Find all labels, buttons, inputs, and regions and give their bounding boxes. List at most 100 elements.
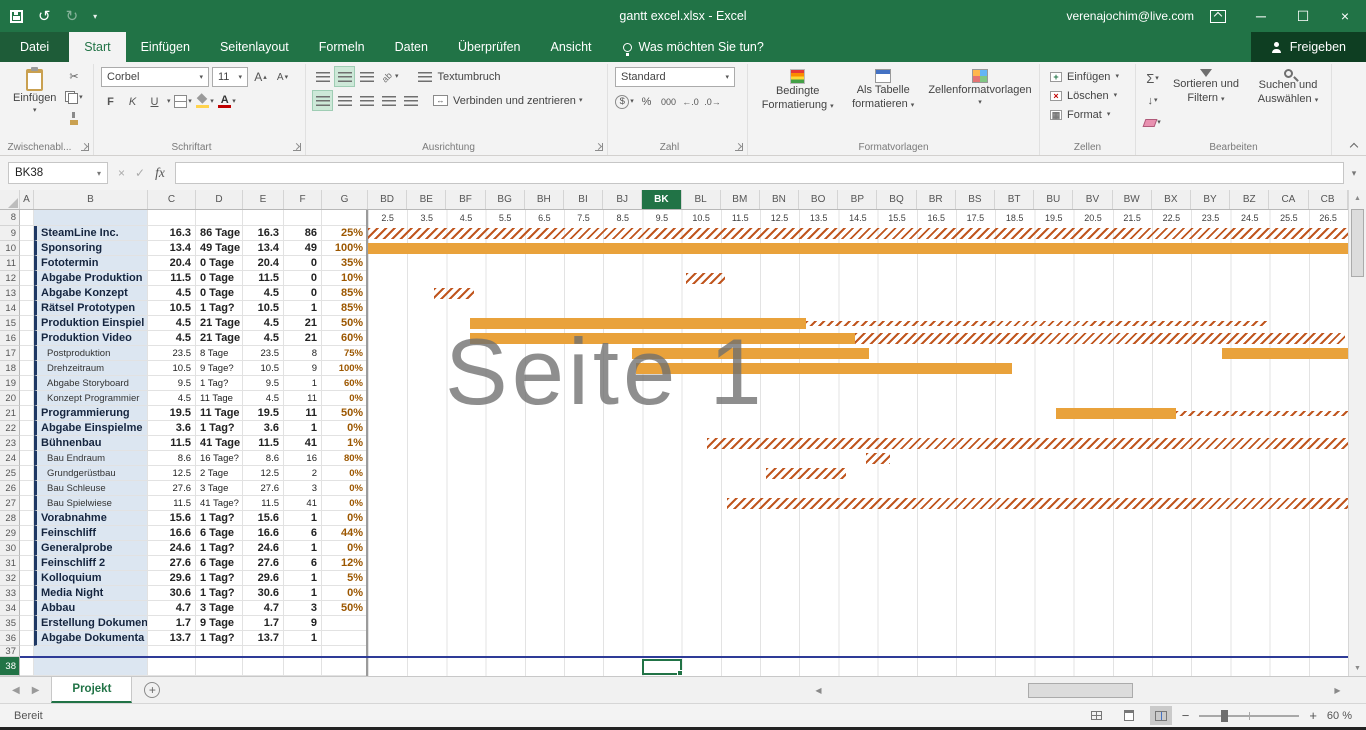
wrap-text-button[interactable]	[416, 67, 435, 86]
cell-D13[interactable]: 0 Tage	[196, 286, 243, 301]
cell-F36[interactable]: 1	[284, 631, 322, 646]
cell-A26[interactable]	[20, 481, 34, 496]
tab-seitenlayout[interactable]: Seitenlayout	[205, 32, 304, 62]
cell-E15[interactable]: 4.5	[243, 316, 284, 331]
cell-G14[interactable]: 85%	[322, 301, 368, 316]
normal-view-button[interactable]	[1086, 706, 1108, 725]
column-header-BS[interactable]: BS	[956, 190, 995, 209]
cell-date-BL8[interactable]: 10.5	[682, 210, 721, 226]
cell-F21[interactable]: 11	[284, 406, 322, 421]
column-header-BK[interactable]: BK	[642, 190, 681, 209]
column-header-G[interactable]: G	[322, 190, 368, 209]
cell-B27[interactable]: Bau Spielwiese	[34, 496, 148, 511]
cell-B20[interactable]: Konzept Programmier	[34, 391, 148, 406]
column-header-BI[interactable]: BI	[564, 190, 603, 209]
sheet-nav-left-icon[interactable]: ◀	[12, 685, 20, 696]
cell-G16[interactable]: 60%	[322, 331, 368, 346]
delete-cells-button[interactable]: × Löschen▾	[1047, 86, 1130, 105]
column-header-E[interactable]: E	[243, 190, 284, 209]
page-break-view-button[interactable]	[1150, 706, 1172, 725]
row-header-21[interactable]: 21	[0, 406, 20, 421]
cell-B16[interactable]: Produktion Video	[34, 331, 148, 346]
cell-date-BR8[interactable]: 16.5	[917, 210, 956, 226]
cell-E24[interactable]: 8.6	[243, 451, 284, 466]
cell-date-BG8[interactable]: 5.5	[486, 210, 525, 226]
cell-D15[interactable]: 21 Tage	[196, 316, 243, 331]
bold-button[interactable]: F	[101, 92, 120, 111]
cell-B9[interactable]: SteamLine Inc.	[34, 226, 148, 241]
cell-C36[interactable]: 13.7	[148, 631, 196, 646]
cell-E25[interactable]: 12.5	[243, 466, 284, 481]
align-middle-button[interactable]	[335, 67, 354, 86]
cell-D23[interactable]: 41 Tage	[196, 436, 243, 451]
account-name[interactable]: verenajochim@live.com	[1066, 9, 1194, 23]
tell-me-search[interactable]: Was möchten Sie tun?	[623, 32, 764, 62]
find-select-button[interactable]: Suchen und Auswählen ▾	[1250, 67, 1326, 132]
scroll-up-icon[interactable]: ▲	[1349, 190, 1366, 206]
cell-B25[interactable]: Grundgerüstbau	[34, 466, 148, 481]
formula-input[interactable]	[175, 162, 1344, 184]
cell-D33[interactable]: 1 Tag?	[196, 586, 243, 601]
grow-font-button[interactable]: A▴	[251, 68, 270, 87]
cell-E11[interactable]: 20.4	[243, 256, 284, 271]
column-header-CA[interactable]: CA	[1269, 190, 1308, 209]
percent-style-button[interactable]: %	[637, 92, 656, 111]
cell-B35[interactable]: Erstellung Dokumen	[34, 616, 148, 631]
cell-D12[interactable]: 0 Tage	[196, 271, 243, 286]
cell-G17[interactable]: 75%	[322, 346, 368, 361]
cell-G12[interactable]: 10%	[322, 271, 368, 286]
sheet-nav-right-icon[interactable]: ▶	[32, 685, 40, 696]
tab-ansicht[interactable]: Ansicht	[536, 32, 607, 62]
column-header-BR[interactable]: BR	[917, 190, 956, 209]
cell-C27[interactable]: 11.5	[148, 496, 196, 511]
cell-D21[interactable]: 11 Tage	[196, 406, 243, 421]
add-sheet-button[interactable]: +	[144, 682, 160, 698]
dialog-launcher-icon[interactable]	[595, 143, 603, 151]
column-header-BE[interactable]: BE	[407, 190, 446, 209]
cell-A19[interactable]	[20, 376, 34, 391]
column-header-BN[interactable]: BN	[760, 190, 799, 209]
cell-E17[interactable]: 23.5	[243, 346, 284, 361]
cell-G23[interactable]: 1%	[322, 436, 368, 451]
decrease-decimal-button[interactable]: .0→	[703, 92, 722, 111]
align-top-button[interactable]	[313, 67, 332, 86]
cell-C16[interactable]: 4.5	[148, 331, 196, 346]
cell-D36[interactable]: 1 Tag?	[196, 631, 243, 646]
column-header-F[interactable]: F	[284, 190, 322, 209]
ribbon-display-options-icon[interactable]	[1210, 10, 1226, 23]
cell-F23[interactable]: 41	[284, 436, 322, 451]
cell-D25[interactable]: 2 Tage	[196, 466, 243, 481]
cell-B19[interactable]: Abgabe Storyboard	[34, 376, 148, 391]
align-bottom-button[interactable]	[357, 67, 376, 86]
cell-D30[interactable]: 1 Tag?	[196, 541, 243, 556]
row-header-10[interactable]: 10	[0, 241, 20, 256]
row-header-26[interactable]: 26	[0, 481, 20, 496]
cell-B23[interactable]: Bühnenbau	[34, 436, 148, 451]
row-header-14[interactable]: 14	[0, 301, 20, 316]
cell-G34[interactable]: 50%	[322, 601, 368, 616]
cell-date-BP8[interactable]: 14.5	[838, 210, 877, 226]
column-header-BW[interactable]: BW	[1113, 190, 1152, 209]
cell-D24[interactable]: 16 Tage?	[196, 451, 243, 466]
cell-B36[interactable]: Abgabe Dokumenta	[34, 631, 148, 646]
cell-D8[interactable]	[196, 210, 243, 226]
cell-F28[interactable]: 1	[284, 511, 322, 526]
cell-F31[interactable]: 6	[284, 556, 322, 571]
row-header-12[interactable]: 12	[0, 271, 20, 286]
cell-G33[interactable]: 0%	[322, 586, 368, 601]
zoom-slider[interactable]	[1199, 715, 1299, 717]
row-header-11[interactable]: 11	[0, 256, 20, 271]
cell-D27[interactable]: 41 Tage?	[196, 496, 243, 511]
cell-G18[interactable]: 100%	[322, 361, 368, 376]
cell-B33[interactable]: Media Night	[34, 586, 148, 601]
cell-F26[interactable]: 3	[284, 481, 322, 496]
zoom-slider-thumb[interactable]	[1221, 710, 1228, 722]
font-color-button[interactable]: A▾	[218, 92, 237, 111]
cell-F38[interactable]	[284, 657, 322, 676]
column-header-D[interactable]: D	[196, 190, 243, 209]
cell-date-BN8[interactable]: 12.5	[760, 210, 799, 226]
insert-cells-button[interactable]: + Einfügen▾	[1047, 67, 1130, 86]
cell-C24[interactable]: 8.6	[148, 451, 196, 466]
cell-B13[interactable]: Abgabe Konzept	[34, 286, 148, 301]
row-header-35[interactable]: 35	[0, 616, 20, 631]
